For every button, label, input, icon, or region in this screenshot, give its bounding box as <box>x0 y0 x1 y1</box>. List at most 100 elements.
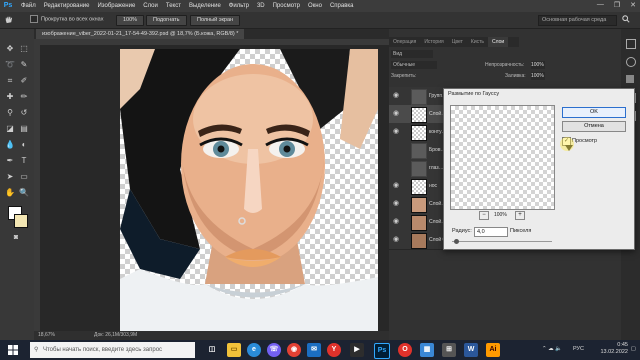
eyedropper-tool-icon[interactable]: ✐ <box>18 75 30 87</box>
menu-type[interactable]: Текст <box>162 3 185 9</box>
marquee-tool-icon[interactable]: ⬚ <box>18 43 30 55</box>
tab-layers[interactable]: Слои <box>488 37 509 47</box>
lasso-tool-icon[interactable]: ➰ <box>4 59 16 71</box>
visibility-eye-icon[interactable]: ◉ <box>392 128 400 136</box>
search-icon[interactable] <box>622 15 630 24</box>
healing-brush-tool-icon[interactable]: ✚ <box>4 91 16 103</box>
viber-icon[interactable]: ☏ <box>267 343 281 357</box>
shape-tool-icon[interactable]: ▭ <box>18 171 30 183</box>
menu-layers[interactable]: Слои <box>139 3 162 9</box>
clone-stamp-tool-icon[interactable]: ⚲ <box>4 107 16 119</box>
chrome-icon[interactable]: ◉ <box>287 343 301 357</box>
menu-help[interactable]: Справка <box>326 3 358 9</box>
document-tab[interactable]: изображение_viber_2022-01-21_17-54-49-39… <box>36 29 245 39</box>
blur-tool-icon[interactable]: 💧 <box>4 139 16 151</box>
maximize-button[interactable]: ❐ <box>614 1 620 9</box>
file-explorer-icon[interactable]: ▭ <box>227 343 241 357</box>
visibility-eye-icon[interactable]: ◉ <box>392 92 400 100</box>
background-color-swatch[interactable] <box>14 214 28 228</box>
quick-mask-icon[interactable]: ◙ <box>10 232 22 244</box>
crop-tool-icon[interactable]: ⌗ <box>4 75 16 87</box>
zoom-readout[interactable]: 18,67% <box>38 331 55 340</box>
eraser-tool-icon[interactable]: ◪ <box>4 123 16 135</box>
close-button[interactable]: ✕ <box>630 1 636 9</box>
visibility-eye-icon[interactable] <box>392 164 400 172</box>
menu-filter[interactable]: Фильтр <box>225 3 253 9</box>
radius-slider-thumb[interactable] <box>453 239 459 244</box>
word-icon[interactable]: W <box>464 343 478 357</box>
history-brush-tool-icon[interactable]: ↺ <box>18 107 30 119</box>
color-panel-icon[interactable] <box>626 39 636 49</box>
document-tabs: изображение_viber_2022-01-21_17-54-49-39… <box>34 29 389 39</box>
pen-tool-icon[interactable]: ✒ <box>4 155 16 167</box>
document-canvas[interactable] <box>120 49 378 331</box>
yandex-browser-icon[interactable]: Y <box>327 343 341 357</box>
clock[interactable]: 0:45 13.02.2022 <box>600 342 628 356</box>
radius-label: Радиус: <box>452 228 472 234</box>
visibility-eye-icon[interactable]: ◉ <box>392 200 400 208</box>
media-player-icon[interactable]: ▶ <box>350 343 364 357</box>
canvas-area[interactable] <box>40 45 389 331</box>
path-select-tool-icon[interactable]: ➤ <box>4 171 16 183</box>
fill-field[interactable]: 100% <box>531 72 545 80</box>
blend-mode-select[interactable]: Обычные <box>391 61 437 69</box>
workspace-selector[interactable]: Основная рабочая среда <box>538 15 617 26</box>
menu-image[interactable]: Изображение <box>93 3 139 9</box>
zoom-in-button[interactable]: + <box>515 211 525 220</box>
menu-file[interactable]: Файл <box>17 3 40 9</box>
move-tool-icon[interactable]: ✥ <box>4 43 16 55</box>
photoshop-taskbar-icon[interactable]: Ps <box>374 343 390 359</box>
dodge-tool-icon[interactable]: ◐ <box>18 139 30 151</box>
scroll-all-windows-checkbox[interactable]: Прокрутка во всех окнах <box>30 15 103 24</box>
cancel-button[interactable]: Отмена <box>562 121 626 132</box>
illustrator-icon[interactable]: Ai <box>486 343 500 357</box>
taskbar-search-placeholder: Чтобы начать поиск, введите здесь запрос <box>43 347 163 353</box>
store-icon[interactable]: ⊞ <box>442 343 456 357</box>
notifications-icon[interactable]: ▢ <box>631 346 636 352</box>
files-icon[interactable]: ▦ <box>420 343 434 357</box>
tab-actions[interactable]: Операция <box>389 37 420 47</box>
minimize-button[interactable]: — <box>597 1 604 9</box>
tray-icons[interactable]: ⌃ ☁ 🔈 <box>542 346 562 352</box>
ok-button[interactable]: OK <box>562 107 626 118</box>
fit-screen-button[interactable]: Подогнать <box>146 15 187 26</box>
visibility-eye-icon[interactable]: ◉ <box>392 182 400 190</box>
opera-icon[interactable]: O <box>398 343 412 357</box>
menu-view[interactable]: Просмотр <box>269 3 304 9</box>
opacity-field[interactable]: 100% <box>531 61 545 69</box>
visibility-eye-icon[interactable]: ◉ <box>392 110 400 118</box>
menu-edit[interactable]: Редактирование <box>40 3 94 9</box>
zoom-tool-icon[interactable]: 🔍 <box>18 187 30 199</box>
layer-kind-filter[interactable]: Вид <box>391 50 433 58</box>
quick-select-tool-icon[interactable]: ✎ <box>18 59 30 71</box>
taskbar-search[interactable]: ⚲ Чтобы начать поиск, введите здесь запр… <box>30 342 195 358</box>
hand-tool-icon[interactable]: ✋ <box>4 187 16 199</box>
menu-select[interactable]: Выделение <box>185 3 225 9</box>
gradient-tool-icon[interactable]: ▤ <box>18 123 30 135</box>
tab-history[interactable]: История <box>420 37 447 47</box>
tab-color[interactable]: Цвет <box>448 37 467 47</box>
tab-brush[interactable]: Кисть <box>467 37 488 47</box>
scroll-all-checkbox-box[interactable] <box>30 15 38 23</box>
full-screen-button[interactable]: Полный экран <box>190 15 241 26</box>
language-indicator[interactable]: РУС <box>573 346 584 352</box>
edge-icon[interactable]: e <box>247 343 261 357</box>
windows-start-icon[interactable] <box>8 345 18 355</box>
type-tool-icon[interactable]: T <box>18 155 30 167</box>
zoom-out-button[interactable]: − <box>479 211 489 220</box>
visibility-eye-icon[interactable] <box>392 146 400 154</box>
mail-icon[interactable]: ✉ <box>307 343 321 357</box>
blur-preview[interactable] <box>450 105 555 210</box>
radius-slider-track[interactable] <box>452 241 552 242</box>
brush-tool-icon[interactable]: ✏ <box>18 91 30 103</box>
visibility-eye-icon[interactable]: ◉ <box>392 236 400 244</box>
radius-field[interactable]: 4,0 <box>474 227 508 237</box>
menu-3d[interactable]: 3D <box>253 3 269 9</box>
visibility-eye-icon[interactable]: ◉ <box>392 218 400 226</box>
properties-icon[interactable] <box>626 75 634 83</box>
menu-window[interactable]: Окно <box>304 3 326 9</box>
zoom-100-button[interactable]: 100% <box>116 15 145 26</box>
hand-tool-icon[interactable] <box>4 15 13 24</box>
adjustments-icon[interactable] <box>626 57 636 67</box>
task-view-icon[interactable]: ◫ <box>205 343 219 357</box>
